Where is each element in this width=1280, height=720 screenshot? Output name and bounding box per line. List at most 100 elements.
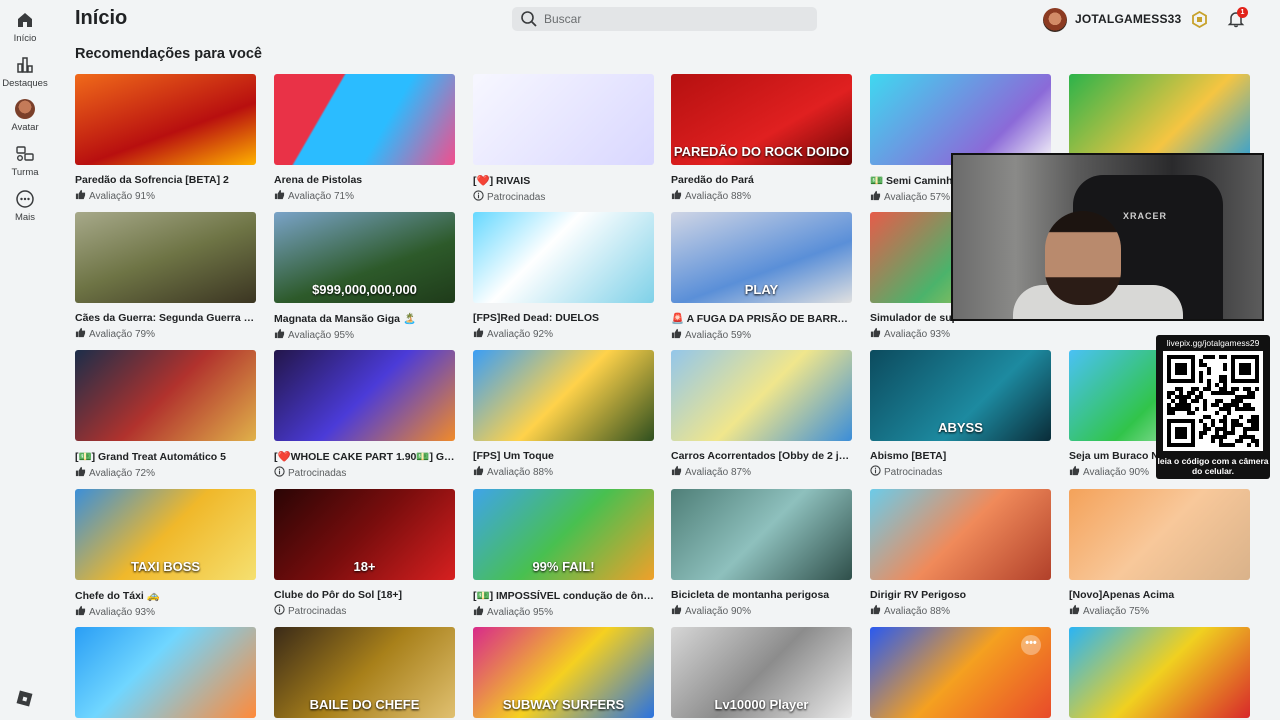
game-card[interactable]: [❤️] RIVAIS Patrocinadas xyxy=(473,74,654,203)
rating-label: Avaliação 71% xyxy=(274,189,455,202)
meta-text: Patrocinadas xyxy=(487,192,546,203)
nav-home-label: Início xyxy=(13,33,37,44)
game-thumbnail[interactable] xyxy=(473,74,654,165)
game-title[interactable]: [💵] Grand Treat Automático 5 xyxy=(75,450,256,463)
game-card[interactable]: [FPS]Red Dead: DUELOS Avaliação 92% xyxy=(473,212,654,340)
game-thumbnail[interactable] xyxy=(1069,74,1250,165)
rating-label: Avaliação 79% xyxy=(75,327,256,340)
game-title[interactable]: Paredão do Pará xyxy=(671,174,852,186)
game-title[interactable]: [FPS]Red Dead: DUELOS xyxy=(473,312,654,324)
game-thumbnail[interactable] xyxy=(870,74,1051,165)
nav-more[interactable]: Mais xyxy=(0,189,50,223)
game-title[interactable]: [FPS] Um Toque xyxy=(473,450,654,462)
nav-friends[interactable]: Turma xyxy=(0,144,50,178)
game-title[interactable]: Cães da Guerra: Segunda Guerra Mundial xyxy=(75,312,256,324)
streamer-head xyxy=(1045,211,1121,305)
game-thumbnail[interactable]: ••• xyxy=(870,627,1051,718)
game-card[interactable]: Bicicleta de montanha perigosa Avaliação … xyxy=(671,489,852,617)
game-card[interactable]: 18+ Clube do Pôr do Sol [18+] Patrocinadas xyxy=(274,489,455,617)
game-thumbnail[interactable] xyxy=(473,212,654,303)
game-thumbnail[interactable] xyxy=(274,74,455,165)
game-thumbnail[interactable]: Lv10000 Player xyxy=(671,627,852,718)
game-thumbnail[interactable]: $999,000,000,000 xyxy=(274,212,455,303)
thumbnail-text: 99% FAIL! xyxy=(532,559,595,574)
thumbnail-text: PLAY xyxy=(744,282,779,297)
game-title[interactable]: Clube do Pôr do Sol [18+] xyxy=(274,589,455,601)
game-thumbnail[interactable]: 99% FAIL! xyxy=(473,489,654,580)
game-thumbnail[interactable] xyxy=(75,350,256,441)
game-card[interactable]: Paredão da Sofrencia [BETA] 2 Avaliação 9… xyxy=(75,74,256,202)
game-thumbnail[interactable]: 18+ xyxy=(274,489,455,580)
game-card[interactable]: [💵] Grand Treat Automático 5 Avaliação 72… xyxy=(75,350,256,479)
game-card[interactable]: BAILE DO CHEFE xyxy=(274,627,455,718)
game-card[interactable]: ABYSS Abismo [BETA] Patrocinadas xyxy=(870,350,1051,478)
game-title[interactable]: [💵] IMPOSSÍVEL condução de ônibus xyxy=(473,589,654,602)
username[interactable]: JOTALGAMESS33 xyxy=(1075,12,1181,26)
game-card[interactable]: [FPS] Um Toque Avaliação 88% xyxy=(473,350,654,478)
game-thumbnail[interactable]: SUBWAY SURFERS xyxy=(473,627,654,718)
game-title[interactable]: Bicicleta de montanha perigosa xyxy=(671,589,852,601)
thumbnail-text: PAREDÃO DO ROCK DOIDO xyxy=(673,144,850,159)
game-card[interactable]: [Novo]Apenas Acima Avaliação 75% xyxy=(1069,489,1250,617)
game-card[interactable]: Carros Acorrentados [Obby de 2 jogadores… xyxy=(671,350,852,478)
home-icon xyxy=(18,13,32,27)
card-more-icon[interactable]: ••• xyxy=(1021,635,1041,655)
game-card[interactable]: Arena de Pistolas Avaliação 71% xyxy=(274,74,455,202)
game-thumbnail[interactable] xyxy=(671,489,852,580)
game-title[interactable]: [Novo]Apenas Acima xyxy=(1069,589,1250,601)
game-title[interactable]: Paredão da Sofrencia [BETA] 2 xyxy=(75,174,256,186)
meta-text: Avaliação 90% xyxy=(1083,467,1149,478)
game-thumbnail[interactable]: ABYSS xyxy=(870,350,1051,441)
search-input[interactable] xyxy=(544,7,804,31)
game-card[interactable] xyxy=(75,627,256,718)
game-thumbnail[interactable] xyxy=(274,350,455,441)
game-card[interactable]: [❤️WHOLE CAKE PART 1.90💵] Grand Piece Pat… xyxy=(274,350,455,479)
game-title[interactable]: 🚨 A FUGA DA PRISÃO DE BARRY! (OBBY) xyxy=(671,312,852,325)
game-thumbnail[interactable] xyxy=(1069,489,1250,580)
nav-featured-label: Destaques xyxy=(2,78,48,89)
game-card[interactable]: PLAY 🚨 A FUGA DA PRISÃO DE BARRY! (OBBY) A… xyxy=(671,212,852,341)
thumbnail-text: $999,000,000,000 xyxy=(312,282,417,297)
game-card[interactable]: PAREDÃO DO ROCK DOIDO Paredão do Pará Aval… xyxy=(671,74,852,202)
info-icon xyxy=(274,466,285,477)
game-title[interactable]: Dirigir RV Perigoso xyxy=(870,589,1051,601)
game-thumbnail[interactable] xyxy=(75,627,256,718)
game-thumbnail[interactable] xyxy=(870,489,1051,580)
game-card[interactable]: Lv10000 Player xyxy=(671,627,852,718)
game-thumbnail[interactable] xyxy=(473,350,654,441)
game-thumbnail[interactable]: TAXI BOSS xyxy=(75,489,256,580)
game-card[interactable]: $999,000,000,000 Magnata da Mansão Giga 🏝… xyxy=(274,212,455,341)
game-title[interactable]: Magnata da Mansão Giga 🏝️ xyxy=(274,312,455,325)
game-thumbnail[interactable]: PAREDÃO DO ROCK DOIDO xyxy=(671,74,852,165)
game-card[interactable]: SUBWAY SURFERS xyxy=(473,627,654,718)
game-card[interactable]: Dirigir RV Perigoso Avaliação 88% xyxy=(870,489,1051,617)
game-card[interactable]: 99% FAIL! [💵] IMPOSSÍVEL condução de ônib… xyxy=(473,489,654,618)
game-thumbnail[interactable] xyxy=(671,350,852,441)
game-card[interactable] xyxy=(1069,74,1250,165)
game-title[interactable]: [❤️WHOLE CAKE PART 1.90💵] Grand Piece xyxy=(274,450,455,463)
nav-avatar[interactable]: Avatar xyxy=(0,99,50,133)
robux-icon[interactable] xyxy=(1191,11,1208,28)
game-card[interactable]: ••• xyxy=(870,627,1051,718)
game-card[interactable]: TAXI BOSS Chefe do Táxi 🚕 Avaliação 93% xyxy=(75,489,256,618)
game-title[interactable]: Carros Acorrentados [Obby de 2 jogadores… xyxy=(671,450,852,462)
thumbnail-text: ABYSS xyxy=(938,420,983,435)
game-title[interactable]: [❤️] RIVAIS xyxy=(473,174,654,187)
user-avatar[interactable] xyxy=(1043,8,1067,32)
section-title: Recomendações para você xyxy=(75,46,262,62)
game-thumbnail[interactable]: PLAY xyxy=(671,212,852,303)
game-card[interactable]: Cães da Guerra: Segunda Guerra Mundial Av… xyxy=(75,212,256,340)
nav-featured[interactable]: Destaques xyxy=(0,55,50,89)
search-bar[interactable] xyxy=(512,7,817,31)
game-title[interactable]: Abismo [BETA] xyxy=(870,450,1051,462)
game-card[interactable] xyxy=(1069,627,1250,718)
nav-home[interactable]: Início xyxy=(0,10,50,44)
game-thumbnail[interactable] xyxy=(75,212,256,303)
game-thumbnail[interactable] xyxy=(1069,627,1250,718)
game-title[interactable]: Arena de Pistolas xyxy=(274,174,455,186)
game-thumbnail[interactable]: BAILE DO CHEFE xyxy=(274,627,455,718)
game-thumbnail[interactable] xyxy=(75,74,256,165)
roblox-logo-icon[interactable] xyxy=(16,690,33,707)
game-title[interactable]: Chefe do Táxi 🚕 xyxy=(75,589,256,602)
meta-text: Patrocinadas xyxy=(884,467,943,478)
